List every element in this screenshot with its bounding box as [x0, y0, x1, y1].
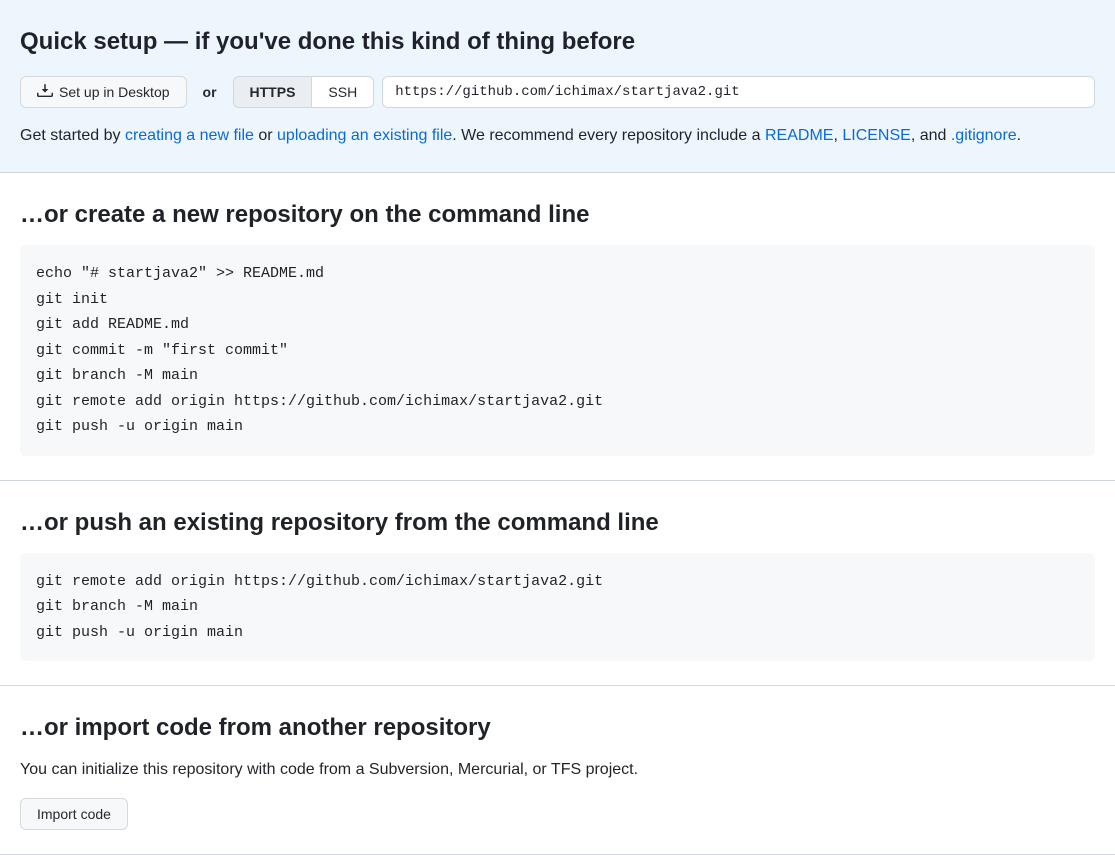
intro-or: or	[254, 127, 277, 144]
readme-link[interactable]: README	[765, 127, 833, 144]
setup-desktop-label: Set up in Desktop	[59, 82, 170, 102]
intro-sep2: , and	[911, 127, 951, 144]
protocol-toggle: HTTPS SSH	[233, 76, 375, 108]
create-new-file-link[interactable]: creating a new file	[125, 127, 254, 144]
protocol-ssh-button[interactable]: SSH	[311, 77, 373, 107]
push-existing-code[interactable]: git remote add origin https://github.com…	[20, 553, 1095, 662]
upload-file-link[interactable]: uploading an existing file	[277, 127, 452, 144]
import-code-button[interactable]: Import code	[20, 798, 128, 830]
quick-setup-panel: Quick setup — if you've done this kind o…	[0, 0, 1115, 173]
gitignore-link[interactable]: .gitignore	[951, 127, 1017, 144]
setup-row: Set up in Desktop or HTTPS SSH	[20, 76, 1095, 108]
or-separator: or	[203, 82, 217, 103]
import-code-heading: …or import code from another repository	[20, 710, 1095, 746]
quick-setup-title: Quick setup — if you've done this kind o…	[20, 24, 1095, 60]
intro-end: .	[1017, 127, 1021, 144]
push-existing-section: …or push an existing repository from the…	[0, 481, 1115, 687]
desktop-icon	[37, 84, 53, 100]
intro-sep1: ,	[833, 127, 842, 144]
create-repo-code[interactable]: echo "# startjava2" >> README.md git ini…	[20, 245, 1095, 456]
intro-lead: Get started by	[20, 127, 125, 144]
intro-recommend: . We recommend every repository include …	[452, 127, 765, 144]
protocol-https-button[interactable]: HTTPS	[234, 77, 312, 107]
create-repo-section: …or create a new repository on the comma…	[0, 173, 1115, 481]
intro-text: Get started by creating a new file or up…	[20, 124, 1095, 148]
create-repo-heading: …or create a new repository on the comma…	[20, 197, 1095, 233]
push-existing-heading: …or push an existing repository from the…	[20, 505, 1095, 541]
license-link[interactable]: LICENSE	[842, 127, 910, 144]
import-code-text: You can initialize this repository with …	[20, 758, 1095, 782]
import-code-section: …or import code from another repository …	[0, 686, 1115, 855]
setup-desktop-button[interactable]: Set up in Desktop	[20, 76, 187, 108]
clone-url-input[interactable]	[382, 76, 1095, 108]
